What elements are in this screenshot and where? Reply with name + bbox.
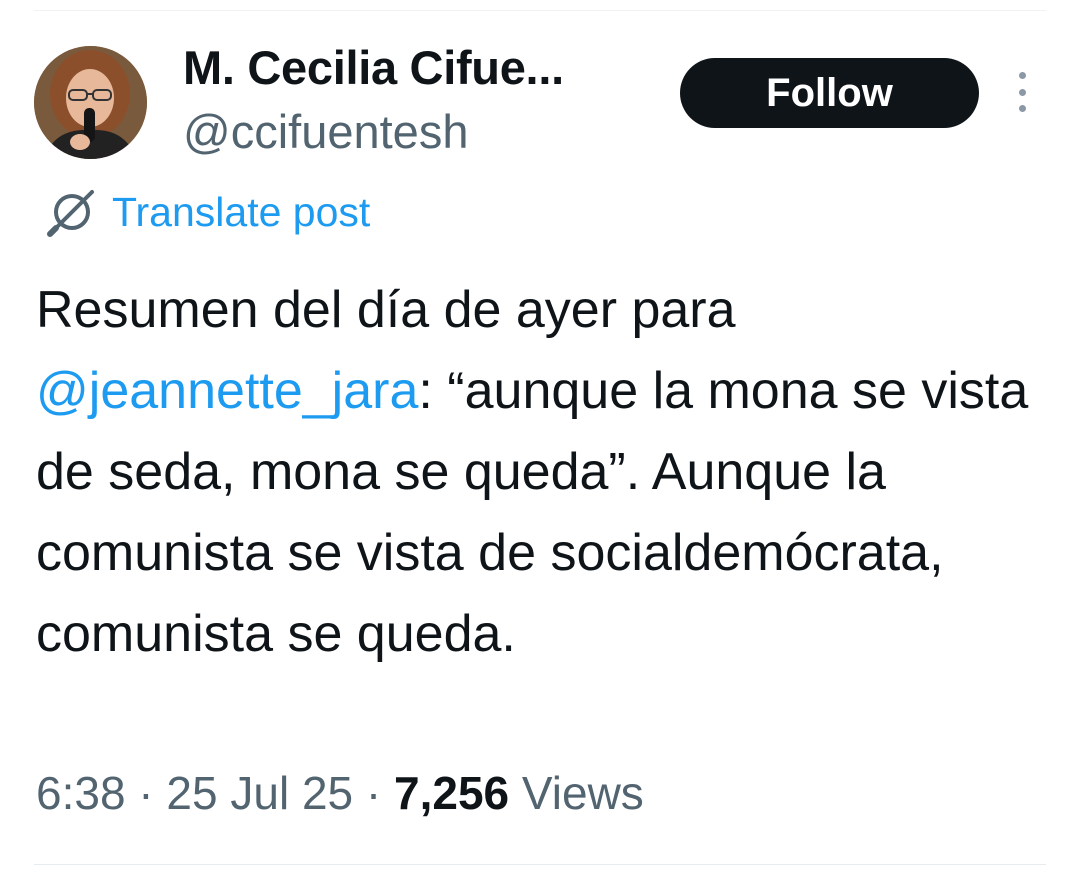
follow-button[interactable]: Follow — [680, 58, 979, 128]
mention-link[interactable]: @jeannette_jara — [36, 362, 418, 420]
avatar[interactable] — [34, 46, 147, 159]
tweet-text: Resumen del día de ayer para @jeannette_… — [36, 270, 1046, 675]
tweet-meta: 6:38 · 25 Jul 25 · 7,256 Views — [36, 766, 644, 820]
dot — [1018, 88, 1026, 96]
views-count: 7,256 — [394, 767, 510, 819]
tweet-date[interactable]: 25 Jul 25 — [166, 767, 353, 819]
translate-post-link[interactable]: Translate post — [44, 184, 370, 240]
top-divider — [34, 10, 1046, 11]
views-label: Views — [521, 767, 644, 819]
more-vertical-icon[interactable] — [1010, 72, 1034, 112]
author-display-name[interactable]: M. Cecilia Cifue... — [183, 40, 564, 95]
tweet-time[interactable]: 6:38 — [36, 767, 126, 819]
tweet-text-part: Resumen del día de ayer para — [36, 281, 736, 339]
profile-photo — [34, 46, 147, 159]
translate-post-label: Translate post — [112, 188, 371, 235]
dot — [1018, 105, 1026, 112]
separator: · — [353, 767, 395, 819]
dot — [1018, 72, 1026, 79]
globe-icon — [47, 190, 94, 237]
author-handle[interactable]: @ccifuentesh — [183, 104, 468, 159]
separator: · — [125, 767, 167, 819]
bottom-divider — [34, 864, 1046, 865]
